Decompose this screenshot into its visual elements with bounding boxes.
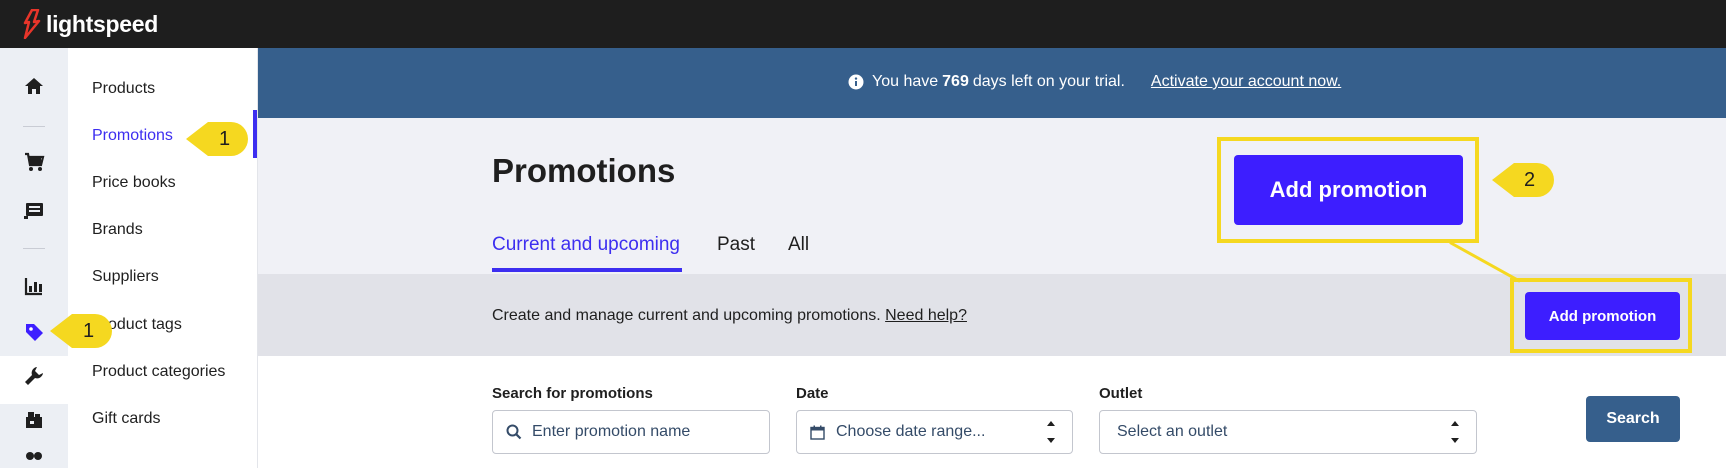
- active-tab-underline: [492, 268, 682, 272]
- tag-icon: [26, 324, 43, 341]
- trial-message: You have 769 days left on your trial. Ac…: [848, 73, 1341, 91]
- tab-all[interactable]: All: [788, 234, 809, 256]
- cart-icon: [25, 152, 45, 171]
- icon-rail: [0, 48, 68, 468]
- rail-home[interactable]: [10, 68, 58, 104]
- search-button[interactable]: Search: [1586, 396, 1680, 442]
- rail-customers[interactable]: [10, 446, 58, 468]
- callout-number: 2: [1524, 169, 1536, 191]
- wrench-icon: [25, 367, 43, 385]
- tab-current-and-upcoming[interactable]: Current and upcoming: [492, 234, 680, 256]
- subnav-item-product-categories[interactable]: Product categories: [92, 363, 225, 381]
- page-title: Promotions: [492, 152, 676, 189]
- trial-text-after: days left on your trial.: [972, 73, 1125, 90]
- promotion-search-input[interactable]: Enter promotion name: [492, 410, 770, 454]
- store-icon: [26, 412, 42, 428]
- subnav-item-brands[interactable]: Brands: [92, 221, 143, 239]
- date-range-select[interactable]: Choose date range...: [796, 410, 1073, 454]
- customers-icon: [26, 452, 42, 460]
- add-promotion-button[interactable]: Add promotion: [1525, 292, 1680, 340]
- subnav-item-gift-cards[interactable]: Gift cards: [92, 410, 160, 428]
- calendar-icon: [810, 425, 825, 440]
- description-strip: [258, 274, 1726, 356]
- catalog-subnav: Products Promotions Price books Brands S…: [68, 48, 258, 468]
- need-help-link[interactable]: Need help?: [885, 307, 967, 324]
- search-icon: [506, 424, 522, 440]
- callout-number: 1: [219, 128, 231, 150]
- search-label: Search for promotions: [492, 385, 653, 402]
- info-icon: [848, 74, 864, 90]
- lightspeed-logo[interactable]: lightspeed: [22, 6, 158, 42]
- rail-reporting[interactable]: [10, 268, 58, 304]
- date-label: Date: [796, 385, 829, 402]
- rail-divider: [23, 126, 45, 127]
- callout-pointer-shape: [50, 314, 112, 348]
- description-text: Create and manage current and upcoming p…: [492, 307, 881, 324]
- callout-number: 1: [83, 320, 95, 342]
- tab-past[interactable]: Past: [717, 234, 755, 256]
- rail-store[interactable]: [10, 402, 58, 438]
- trial-banner: You have 769 days left on your trial. Ac…: [258, 48, 1726, 118]
- flame-icon: [23, 9, 41, 39]
- reports-icon: [24, 278, 42, 296]
- outlet-label: Outlet: [1099, 385, 1143, 402]
- outlet-placeholder: Select an outlet: [1117, 423, 1228, 440]
- home-icon: [25, 78, 43, 94]
- trial-days: 769: [942, 73, 969, 90]
- date-placeholder: Choose date range...: [836, 423, 986, 440]
- subnav-item-price-books[interactable]: Price books: [92, 174, 176, 192]
- subnav-item-suppliers[interactable]: Suppliers: [92, 268, 159, 286]
- rail-sell[interactable]: [10, 144, 58, 180]
- trial-text-before: You have: [872, 73, 939, 90]
- select-arrows-icon: [1047, 421, 1055, 443]
- rail-register[interactable]: [10, 192, 58, 228]
- callout-pointer-shape: [186, 122, 248, 156]
- page-description: Create and manage current and upcoming p…: [492, 307, 967, 325]
- top-bar: lightspeed: [0, 0, 1726, 48]
- subnav-item-promotions[interactable]: Promotions: [92, 127, 173, 145]
- add-promotion-button-zoomed[interactable]: Add promotion: [1234, 155, 1463, 225]
- select-arrows-icon: [1451, 421, 1459, 443]
- rail-setup[interactable]: [10, 358, 58, 394]
- outlet-select[interactable]: Select an outlet: [1099, 410, 1477, 454]
- subnav-active-indicator: [253, 110, 257, 158]
- brand-name: lightspeed: [46, 10, 159, 37]
- activate-account-link[interactable]: Activate your account now.: [1151, 73, 1341, 91]
- rail-divider: [23, 248, 45, 249]
- search-placeholder: Enter promotion name: [532, 423, 691, 440]
- register-icon: [24, 203, 43, 219]
- subnav-item-products[interactable]: Products: [92, 80, 155, 98]
